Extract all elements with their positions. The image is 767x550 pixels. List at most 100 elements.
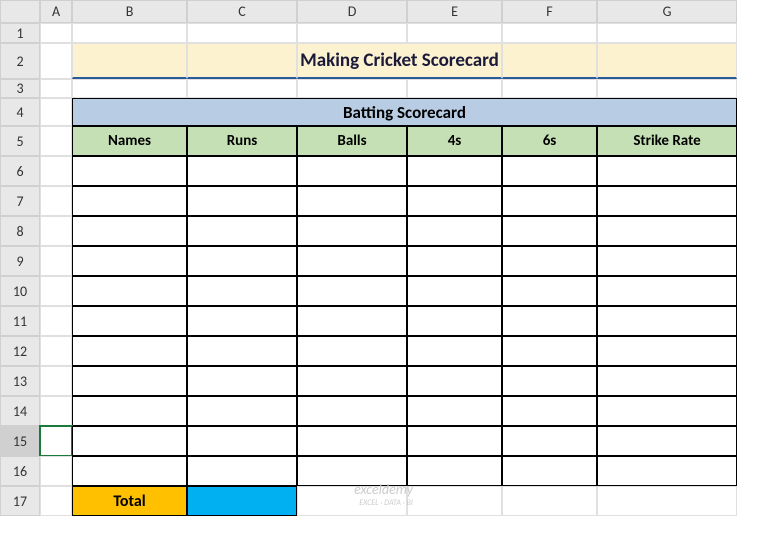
data-cell[interactable] (407, 396, 502, 426)
data-cell[interactable] (502, 396, 597, 426)
header-balls[interactable]: Balls (297, 126, 407, 156)
data-cell[interactable] (72, 306, 187, 336)
cell[interactable] (502, 79, 597, 98)
col-header-b[interactable]: B (72, 0, 187, 23)
cell[interactable] (407, 486, 502, 516)
row-header-6[interactable]: 6 (0, 156, 40, 186)
data-cell[interactable] (597, 156, 737, 186)
row-header-16[interactable]: 16 (0, 456, 40, 486)
data-cell[interactable] (297, 426, 407, 456)
data-cell[interactable] (597, 246, 737, 276)
data-cell[interactable] (502, 366, 597, 396)
corner-cell[interactable] (0, 0, 40, 23)
header-names[interactable]: Names (72, 126, 187, 156)
row-header-15[interactable]: 15 (0, 426, 40, 456)
total-value[interactable] (187, 486, 297, 516)
data-cell[interactable] (187, 396, 297, 426)
cell[interactable] (40, 246, 72, 276)
data-cell[interactable] (72, 216, 187, 246)
cell[interactable] (40, 186, 72, 216)
data-cell[interactable] (297, 306, 407, 336)
data-cell[interactable] (72, 366, 187, 396)
col-header-c[interactable]: C (187, 0, 297, 23)
data-cell[interactable] (297, 456, 407, 486)
data-cell[interactable] (597, 426, 737, 456)
data-cell[interactable] (597, 186, 737, 216)
data-cell[interactable] (502, 186, 597, 216)
data-cell[interactable] (72, 396, 187, 426)
data-cell[interactable] (297, 246, 407, 276)
data-cell[interactable] (187, 156, 297, 186)
cell[interactable] (407, 23, 502, 43)
data-cell[interactable] (187, 216, 297, 246)
cell[interactable] (187, 23, 297, 43)
data-cell[interactable] (407, 216, 502, 246)
data-cell[interactable] (297, 216, 407, 246)
data-cell[interactable] (187, 366, 297, 396)
cell[interactable] (297, 79, 407, 98)
data-cell[interactable] (407, 336, 502, 366)
col-header-d[interactable]: D (297, 0, 407, 23)
data-cell[interactable] (187, 186, 297, 216)
data-cell[interactable] (187, 306, 297, 336)
data-cell[interactable] (597, 216, 737, 246)
cell[interactable] (40, 216, 72, 246)
cell-selected[interactable] (40, 426, 72, 456)
data-cell[interactable] (187, 246, 297, 276)
data-cell[interactable] (297, 186, 407, 216)
data-cell[interactable] (407, 186, 502, 216)
cell[interactable] (597, 43, 737, 79)
row-header-8[interactable]: 8 (0, 216, 40, 246)
data-cell[interactable] (502, 156, 597, 186)
col-header-a[interactable]: A (40, 0, 72, 23)
header-strike-rate[interactable]: Strike Rate (597, 126, 737, 156)
data-cell[interactable] (72, 156, 187, 186)
data-cell[interactable] (407, 306, 502, 336)
cell[interactable] (502, 486, 597, 516)
row-header-9[interactable]: 9 (0, 246, 40, 276)
cell[interactable] (502, 23, 597, 43)
data-cell[interactable] (72, 336, 187, 366)
data-cell[interactable] (597, 456, 737, 486)
data-cell[interactable] (407, 276, 502, 306)
data-cell[interactable] (297, 156, 407, 186)
cell[interactable] (40, 396, 72, 426)
cell[interactable] (40, 336, 72, 366)
data-cell[interactable] (407, 156, 502, 186)
cell[interactable] (407, 79, 502, 98)
col-header-g[interactable]: G (597, 0, 737, 23)
data-cell[interactable] (297, 396, 407, 426)
data-cell[interactable] (407, 426, 502, 456)
section-title[interactable]: Batting Scorecard (72, 98, 737, 126)
data-cell[interactable] (187, 456, 297, 486)
cell[interactable] (597, 23, 737, 43)
cell[interactable] (40, 486, 72, 516)
data-cell[interactable] (187, 336, 297, 366)
header-fours[interactable]: 4s (407, 126, 502, 156)
row-header-14[interactable]: 14 (0, 396, 40, 426)
data-cell[interactable] (502, 216, 597, 246)
data-cell[interactable] (187, 426, 297, 456)
data-cell[interactable] (597, 306, 737, 336)
cell[interactable] (40, 456, 72, 486)
cell[interactable] (502, 43, 597, 79)
data-cell[interactable] (72, 186, 187, 216)
row-header-5[interactable]: 5 (0, 126, 40, 156)
data-cell[interactable] (502, 306, 597, 336)
data-cell[interactable] (502, 426, 597, 456)
cell[interactable] (297, 23, 407, 43)
data-cell[interactable] (72, 246, 187, 276)
cell[interactable] (40, 366, 72, 396)
row-header-13[interactable]: 13 (0, 366, 40, 396)
cell[interactable] (72, 23, 187, 43)
data-cell[interactable] (597, 276, 737, 306)
row-header-10[interactable]: 10 (0, 276, 40, 306)
data-cell[interactable] (297, 276, 407, 306)
row-header-1[interactable]: 1 (0, 23, 40, 43)
data-cell[interactable] (72, 426, 187, 456)
cell[interactable] (40, 306, 72, 336)
cell[interactable] (72, 43, 187, 79)
cell[interactable] (597, 79, 737, 98)
cell[interactable] (597, 486, 737, 516)
data-cell[interactable] (502, 276, 597, 306)
